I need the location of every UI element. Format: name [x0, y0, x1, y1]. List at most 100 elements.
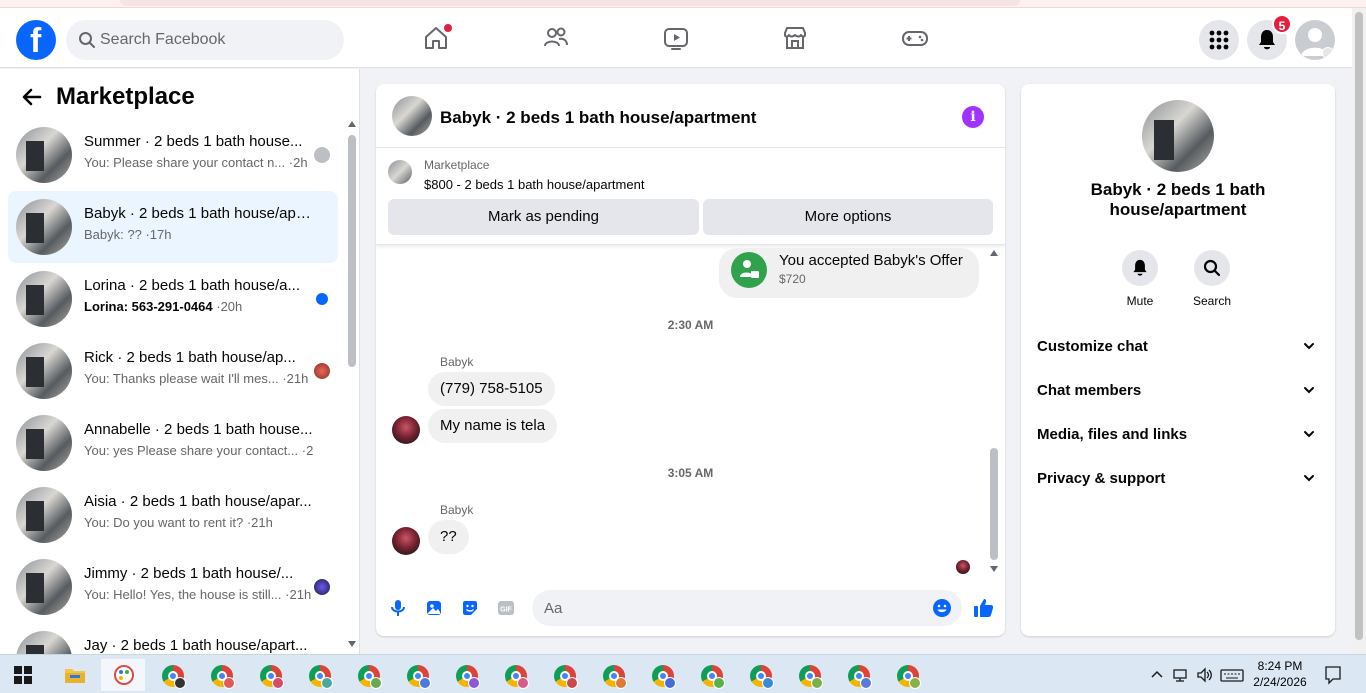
- gaming-icon[interactable]: [901, 24, 929, 52]
- paint-taskbar-icon[interactable]: [101, 659, 145, 691]
- chrome-taskbar-icon[interactable]: [150, 659, 194, 691]
- chrome-taskbar-icon[interactable]: [640, 659, 684, 691]
- conversation-item-active[interactable]: Babyk · 2 beds 1 bath house/apa... Babyk…: [8, 191, 338, 263]
- conversation-item[interactable]: Summer · 2 beds 1 bath house... You: Ple…: [8, 119, 338, 191]
- sender-avatar[interactable]: [392, 527, 420, 555]
- info-icon[interactable]: i: [962, 106, 984, 128]
- chevron-down-icon: [1304, 387, 1314, 394]
- page-scrollbar[interactable]: [1352, 8, 1366, 654]
- conversation-preview: You: Hello! Yes, the house is still... ·…: [84, 587, 312, 602]
- chrome-taskbar-icon[interactable]: [542, 659, 586, 691]
- chrome-taskbar-icon[interactable]: [689, 659, 733, 691]
- sidebar-scrollbar-thumb[interactable]: [348, 135, 356, 367]
- chrome-taskbar-icon[interactable]: [444, 659, 488, 691]
- keyboard-icon[interactable]: [1220, 667, 1244, 683]
- chrome-taskbar-icon[interactable]: [591, 659, 635, 691]
- timestamp: 2:30 AM: [667, 318, 714, 332]
- chrome-taskbar-icon[interactable]: [836, 659, 880, 691]
- bell-icon: [1133, 259, 1147, 276]
- scroll-down-arrow-icon[interactable]: [990, 566, 998, 572]
- gif-icon[interactable]: GIF: [496, 598, 516, 618]
- windows-start-icon[interactable]: [14, 666, 32, 684]
- sidebar-scrollbar[interactable]: [346, 119, 358, 649]
- privacy-support-section[interactable]: Privacy & support: [1029, 458, 1327, 498]
- chat-avatar[interactable]: [392, 96, 432, 136]
- microphone-icon[interactable]: [388, 598, 408, 618]
- sender-name: Babyk: [440, 503, 474, 517]
- media-files-links-section[interactable]: Media, files and links: [1029, 414, 1327, 454]
- tray-overflow-chevron-icon[interactable]: [1150, 667, 1164, 683]
- conversation-item[interactable]: Rick · 2 beds 1 bath house/ap... You: Th…: [8, 335, 338, 407]
- search-icon: [1203, 259, 1221, 277]
- conversation-item[interactable]: Lorina · 2 beds 1 bath house/a... Lorina…: [8, 263, 338, 335]
- account-dropdown-chevron-icon: [1322, 47, 1334, 59]
- message-input-wrapper[interactable]: [532, 590, 962, 626]
- home-notification-dot: [444, 24, 452, 32]
- emoji-icon[interactable]: [932, 598, 952, 618]
- chat-title[interactable]: Babyk · 2 beds 1 bath house/apartment: [440, 108, 756, 128]
- search-action[interactable]: Search: [1182, 250, 1242, 308]
- top-navbar: f 5: [0, 8, 1352, 68]
- video-icon[interactable]: [662, 24, 690, 52]
- chrome-taskbar-icon[interactable]: [493, 659, 537, 691]
- details-avatar[interactable]: [1142, 100, 1214, 172]
- back-arrow-icon[interactable]: [20, 85, 44, 109]
- listing-label: Marketplace: [424, 158, 490, 172]
- conversation-item[interactable]: Jimmy · 2 beds 1 bath house/... You: Hel…: [8, 551, 338, 623]
- facebook-logo-icon[interactable]: f: [16, 20, 56, 60]
- listing-thumbnail: [16, 271, 72, 327]
- thumbs-up-icon[interactable]: [972, 596, 996, 620]
- mark-as-pending-button[interactable]: Mark as pending: [388, 199, 699, 235]
- page-scrollbar-thumb[interactable]: [1355, 12, 1363, 640]
- conversation-item[interactable]: Annabelle · 2 beds 1 bath house... You: …: [8, 407, 338, 479]
- chrome-taskbar-icon[interactable]: [738, 659, 782, 691]
- chrome-taskbar-icon[interactable]: [395, 659, 439, 691]
- sender-avatar[interactable]: [392, 416, 420, 444]
- unread-dot-icon: [316, 293, 328, 305]
- scroll-up-arrow-icon[interactable]: [990, 250, 998, 256]
- more-options-button[interactable]: More options: [703, 199, 993, 235]
- chat-scrollbar[interactable]: [988, 248, 1000, 574]
- network-icon[interactable]: [1172, 667, 1190, 683]
- friends-icon[interactable]: [542, 24, 570, 52]
- photo-icon[interactable]: [424, 598, 444, 618]
- search-input[interactable]: [100, 28, 330, 52]
- file-explorer-taskbar-icon[interactable]: [52, 659, 96, 691]
- menu-button[interactable]: [1199, 20, 1239, 60]
- listing-banner: Marketplace $800 - 2 beds 1 bath house/a…: [376, 149, 1005, 245]
- marketplace-inbox-sidebar: Marketplace Summer · 2 beds 1 bath house…: [0, 69, 360, 654]
- sticker-icon[interactable]: [460, 598, 480, 618]
- chrome-taskbar-icon[interactable]: [885, 659, 929, 691]
- seen-avatar-icon: [314, 147, 330, 163]
- customize-chat-section[interactable]: Customize chat: [1029, 326, 1327, 366]
- account-avatar[interactable]: [1295, 20, 1335, 60]
- svg-text:GIF: GIF: [500, 607, 512, 614]
- chrome-taskbar-icon[interactable]: [199, 659, 243, 691]
- notification-center-icon[interactable]: [1324, 665, 1342, 685]
- marketplace-icon[interactable]: [781, 24, 809, 52]
- conversation-item[interactable]: Jay · 2 beds 1 bath house/apart...: [8, 623, 338, 654]
- offer-amount: $720: [779, 272, 806, 286]
- conversation-title: Summer · 2 beds 1 bath house...: [84, 133, 303, 150]
- message-bubble[interactable]: (779) 758-5105: [428, 372, 555, 406]
- listing-thumbnail[interactable]: [388, 160, 412, 184]
- chrome-taskbar-icon[interactable]: [346, 659, 390, 691]
- chrome-taskbar-icon[interactable]: [787, 659, 831, 691]
- volume-icon[interactable]: [1196, 667, 1214, 683]
- scroll-down-arrow-icon[interactable]: [348, 641, 356, 647]
- conversation-item[interactable]: Aisia · 2 beds 1 bath house/apar... You:…: [8, 479, 338, 551]
- taskbar-clock[interactable]: 8:24 PM 2/24/2026: [1250, 658, 1310, 690]
- mute-action[interactable]: Mute: [1110, 250, 1170, 308]
- search-box[interactable]: [66, 20, 344, 60]
- scroll-up-arrow-icon[interactable]: [348, 121, 356, 127]
- message-bubble[interactable]: ??: [428, 520, 469, 554]
- chat-scrollbar-thumb[interactable]: [990, 448, 998, 560]
- chrome-taskbar-icon[interactable]: [248, 659, 292, 691]
- conversation-preview: You: Do you want to rent it? ·21h: [84, 515, 273, 530]
- chat-members-section[interactable]: Chat members: [1029, 370, 1327, 410]
- message-input[interactable]: [544, 596, 914, 620]
- message-bubble[interactable]: My name is tela: [428, 409, 558, 443]
- chrome-taskbar-icon[interactable]: [297, 659, 341, 691]
- conversation-details-panel: Babyk · 2 beds 1 bath house/apartment Mu…: [1021, 84, 1335, 636]
- listing-detail[interactable]: $800 - 2 beds 1 bath house/apartment: [424, 177, 644, 192]
